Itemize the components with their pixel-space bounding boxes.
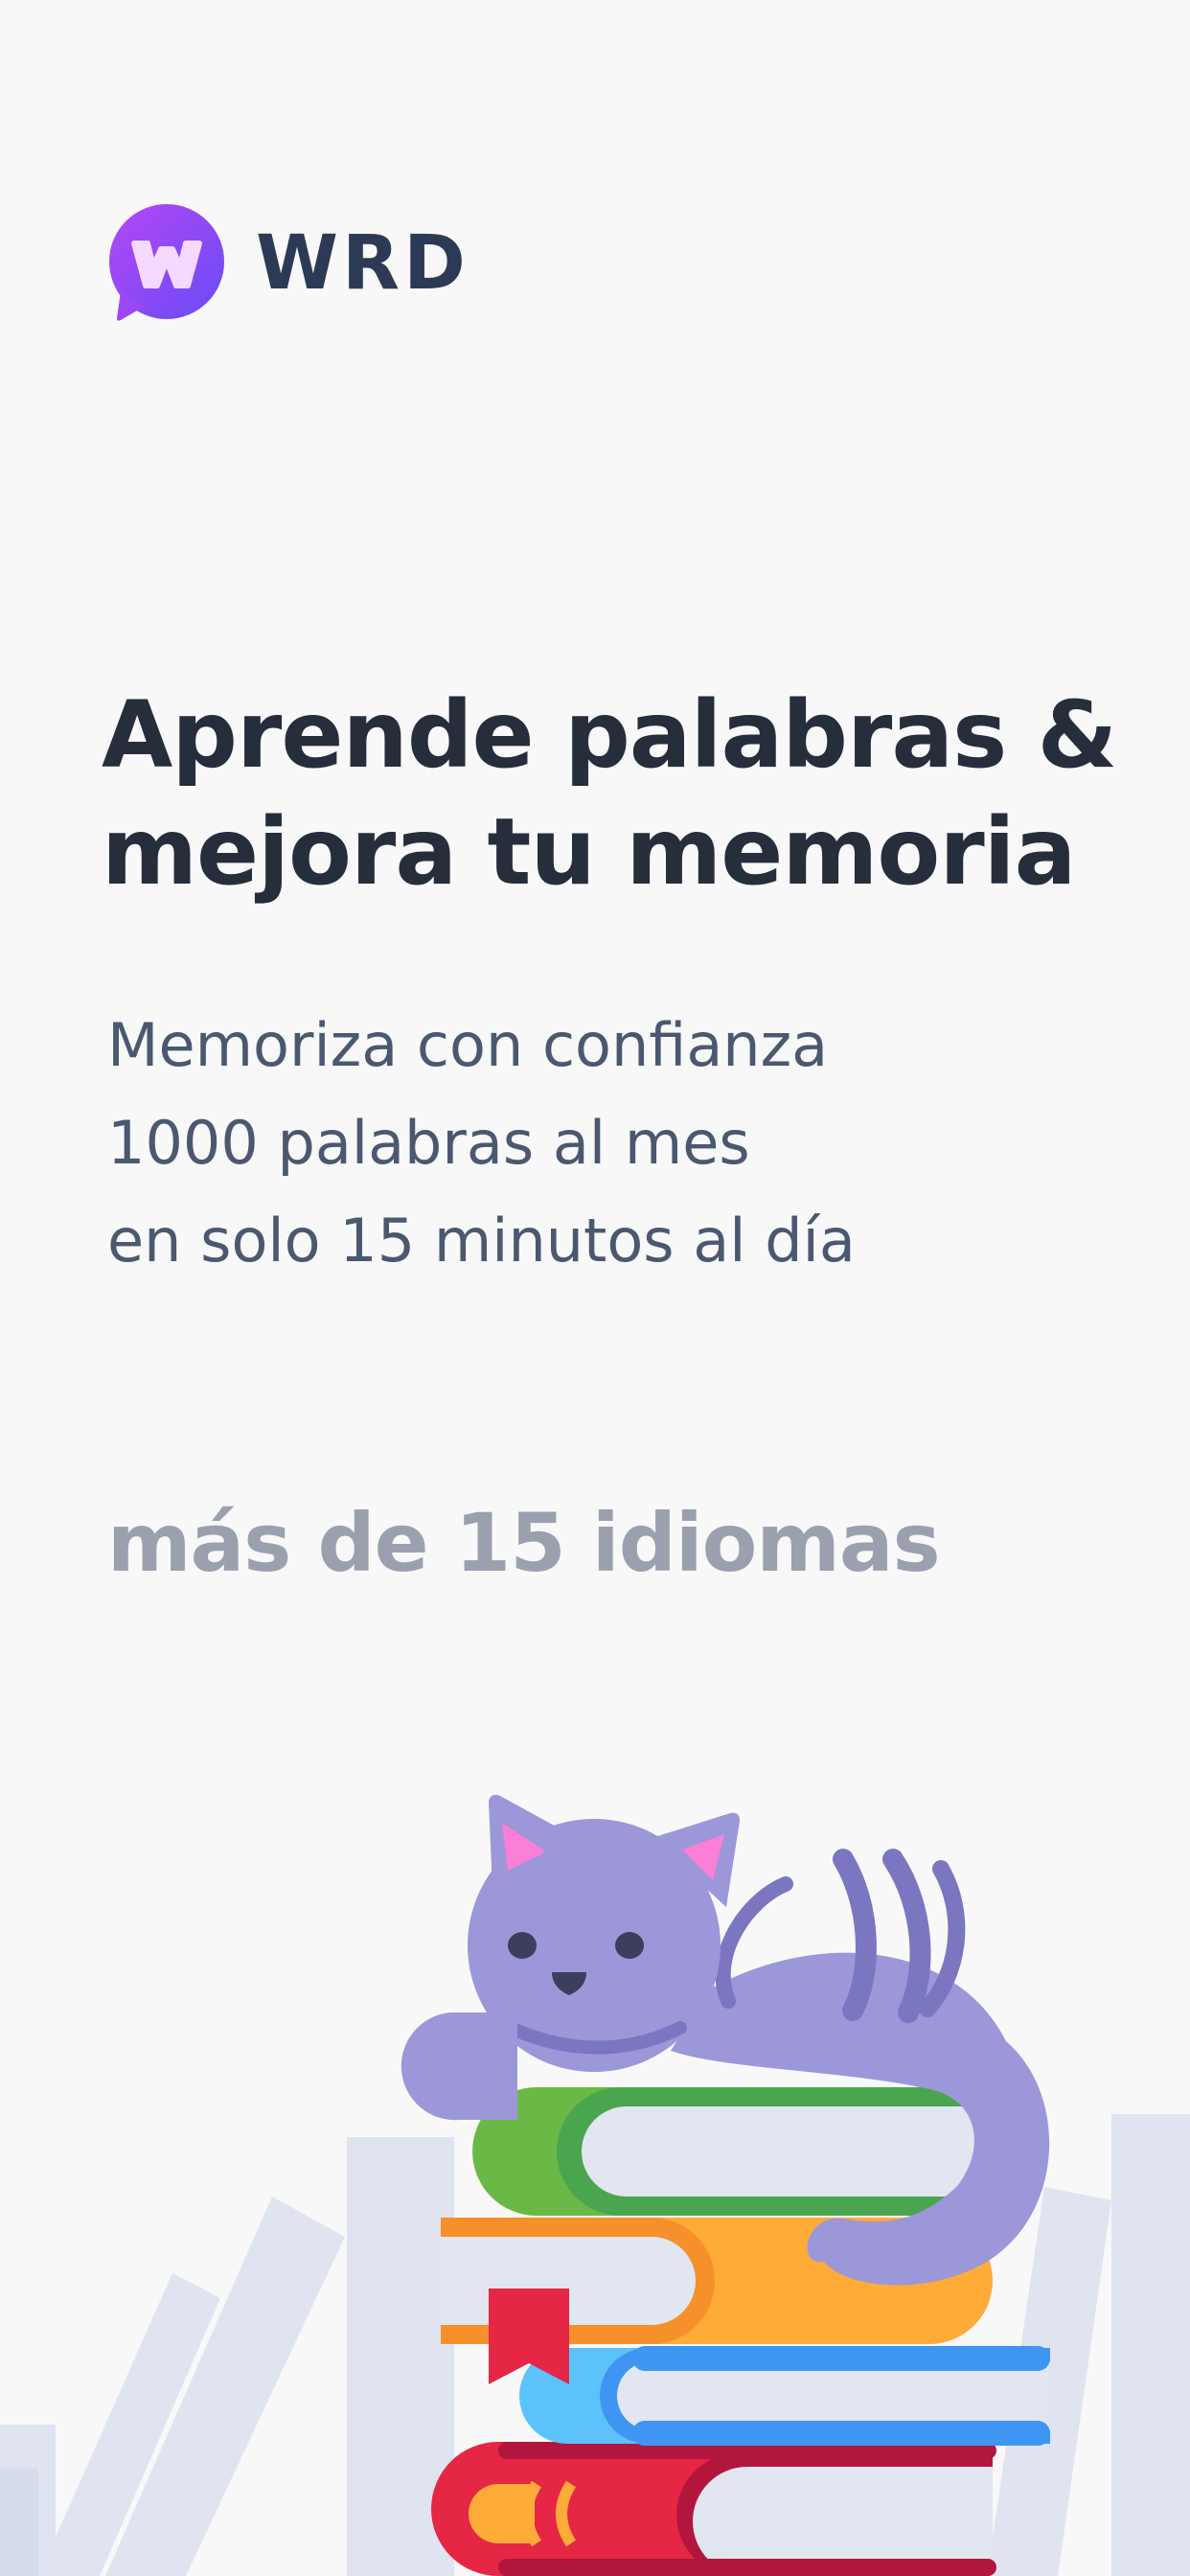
- book-red: [431, 2442, 996, 2576]
- subtitle-line: 1000 palabras al mes: [107, 1108, 750, 1178]
- subtitle-line: en solo 15 minutos al día: [107, 1206, 856, 1276]
- subtitle: Memoriza con confianza 1000 palabras al …: [107, 997, 1065, 1290]
- brand-name: WRD: [256, 219, 469, 307]
- headline-line-1: Aprende palabras &: [102, 681, 1117, 789]
- languages-note: más de 15 idiomas: [107, 1496, 941, 1590]
- book-green: [472, 2087, 1006, 2216]
- headline-line-2: mejora tu memoria: [102, 798, 1076, 906]
- page-title: Aprende palabras & mejora tu memoria: [102, 677, 1156, 910]
- cat-on-books-illustration: [0, 1794, 1190, 2576]
- book-blue: [519, 2346, 1050, 2446]
- brand-logo: WRD: [107, 203, 469, 323]
- subtitle-line: Memoriza con confianza: [107, 1010, 829, 1080]
- speech-bubble-w-icon: [109, 204, 224, 321]
